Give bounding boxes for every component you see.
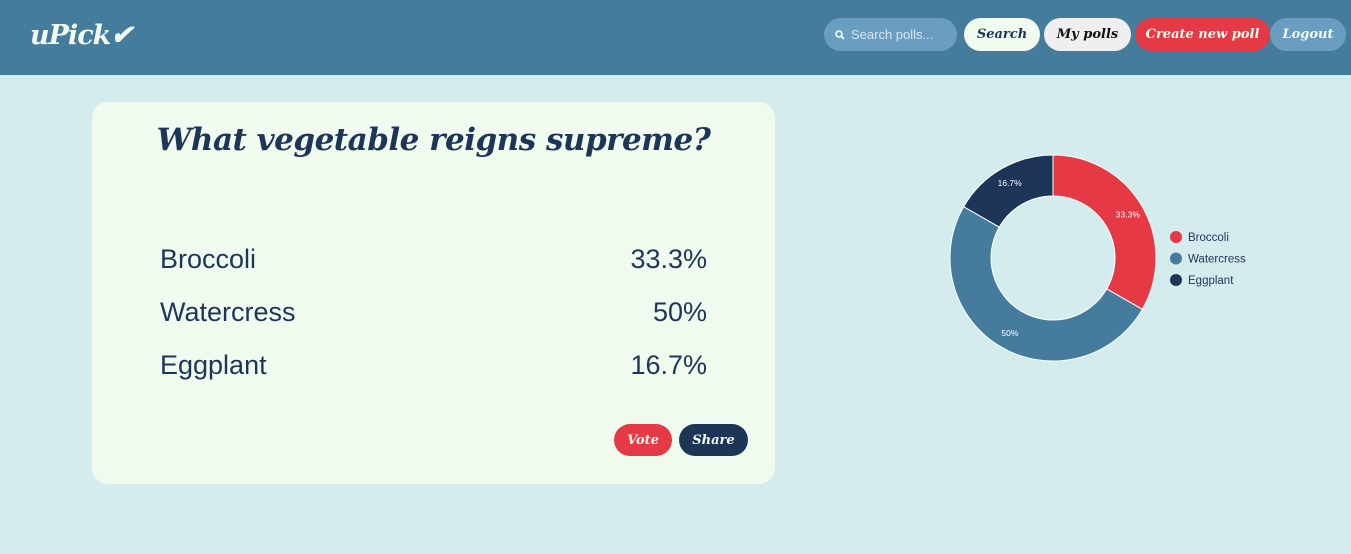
- search-box[interactable]: [824, 18, 957, 51]
- legend-swatch[interactable]: [1170, 252, 1182, 265]
- donut-chart: 33.3% 50% 16.7% Broccoli Watercress Eggplant: [949, 154, 1246, 362]
- option-label: Eggplant: [160, 350, 267, 380]
- my-polls-button[interactable]: My polls: [1044, 18, 1131, 51]
- poll-option[interactable]: Broccoli 33.3%: [160, 244, 707, 275]
- option-label: Broccoli: [160, 244, 257, 274]
- share-button[interactable]: Share: [679, 424, 748, 456]
- legend-label[interactable]: Watercress: [1188, 254, 1246, 266]
- poll-title: What vegetable reigns supreme?: [156, 122, 711, 158]
- poll-card: What vegetable reigns supreme? Broccoli …: [92, 102, 775, 484]
- poll-option[interactable]: Eggplant 16.7%: [160, 350, 707, 381]
- legend-label[interactable]: Eggplant: [1188, 275, 1234, 287]
- legend-swatch[interactable]: [1170, 231, 1182, 243]
- legend-label[interactable]: Broccoli: [1188, 232, 1229, 244]
- option-label: Watercress: [160, 297, 296, 327]
- vote-button[interactable]: Vote: [614, 424, 672, 456]
- logo[interactable]: uPick✔: [30, 20, 133, 51]
- legend-swatch[interactable]: [1170, 274, 1182, 286]
- poll-option[interactable]: Watercress 50%: [160, 297, 707, 328]
- option-percent: 16.7%: [630, 350, 707, 380]
- chart-data-label: 16.7%: [998, 178, 1023, 188]
- results-chart: 33.3% 50% 16.7% Broccoli Watercress Eggplant: [940, 145, 1260, 375]
- chart-slice-broccoli[interactable]: [1052, 154, 1157, 310]
- search-input[interactable]: [851, 27, 951, 42]
- create-poll-button[interactable]: Create new poll: [1135, 18, 1270, 51]
- logout-button[interactable]: Logout: [1270, 18, 1346, 51]
- chart-data-label: 50%: [1001, 328, 1018, 338]
- option-percent: 50%: [652, 297, 707, 327]
- search-button[interactable]: Search: [964, 18, 1040, 51]
- chart-data-label: 33.3%: [1116, 210, 1141, 220]
- option-percent: 33.3%: [630, 244, 707, 274]
- navbar: uPick✔ Search My polls Create new poll L…: [0, 0, 1351, 75]
- search-icon: [835, 29, 845, 40]
